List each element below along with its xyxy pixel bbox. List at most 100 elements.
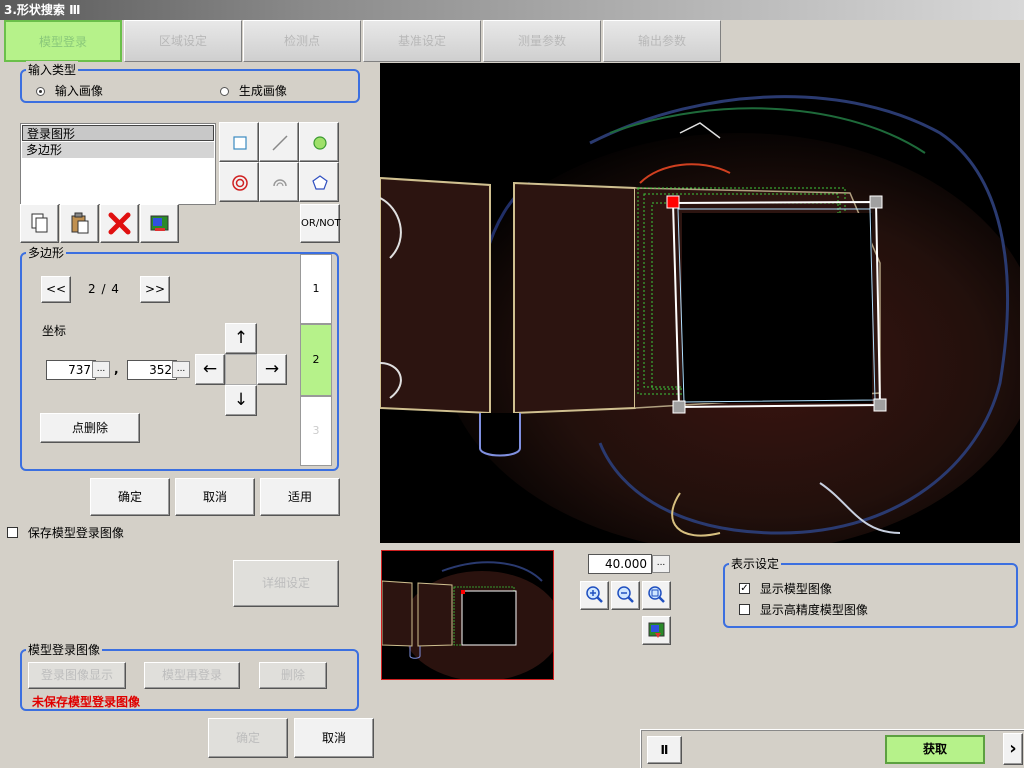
- rectangle-tool-icon: [233, 136, 247, 150]
- delete-icon: [108, 212, 131, 235]
- coord-label: 坐标: [42, 324, 67, 338]
- arrow-up-icon: ↑: [233, 328, 249, 348]
- radio-input-image[interactable]: 输入画像: [36, 82, 103, 99]
- acquire-button[interactable]: 获取: [885, 735, 985, 764]
- show-register-image-button[interactable]: 登录图像显示: [28, 662, 126, 689]
- radio-label: 输入画像: [54, 84, 103, 98]
- bottom-bar: Ⅱ 获取 ›: [640, 729, 1024, 768]
- coord-separator: ,: [114, 362, 119, 376]
- tab-model-register[interactable]: 模型登录: [4, 20, 122, 62]
- ok-button[interactable]: 确定: [90, 478, 170, 516]
- zoom-out-button[interactable]: [611, 581, 640, 610]
- copy-button[interactable]: [20, 204, 59, 243]
- re-register-model-button[interactable]: 模型再登录: [144, 662, 240, 689]
- show-model-image-checkbox[interactable]: ✓ 显示模型图像: [739, 580, 832, 597]
- image-save-button[interactable]: [642, 616, 671, 645]
- footer-cancel-button[interactable]: 取消: [294, 718, 374, 758]
- thumbnail-view[interactable]: [381, 550, 554, 680]
- ring-tool-button[interactable]: [219, 162, 259, 202]
- show-hi-precision-checkbox[interactable]: 显示高精度模型图像: [739, 601, 868, 618]
- main-image-view[interactable]: [380, 63, 1020, 543]
- checkbox-label: 显示模型图像: [759, 582, 832, 596]
- y-coord-field[interactable]: 352: [127, 360, 177, 380]
- y-coord-dots-button[interactable]: ...: [172, 361, 190, 378]
- radio-label: 生成画像: [238, 84, 287, 98]
- zoom-field[interactable]: 40.000: [588, 554, 652, 574]
- next-arrow-button[interactable]: ›: [1003, 733, 1023, 765]
- footer-ok-button[interactable]: 确定: [208, 718, 288, 758]
- x-coord-dots-button[interactable]: ...: [92, 361, 110, 378]
- line-tool-icon: [272, 135, 288, 151]
- arrow-pad-center: [225, 354, 257, 385]
- camera-image: [380, 63, 1020, 543]
- point-item-1[interactable]: 1: [300, 254, 332, 324]
- circle-tool-button[interactable]: [299, 122, 339, 162]
- zoom-in-icon: [586, 586, 603, 603]
- image-icon: [150, 215, 169, 231]
- tab-output-params[interactable]: 输出参数: [603, 20, 721, 62]
- save-model-label: 保存模型登录图像: [27, 526, 124, 540]
- copy-icon: [31, 213, 48, 233]
- circle-tool-icon: [313, 136, 327, 150]
- model-image-legend: 模型登录图像: [26, 641, 103, 658]
- display-settings-group: 表示设定 ✓ 显示模型图像 显示高精度模型图像: [723, 555, 1018, 628]
- delete-model-image-button[interactable]: 删除: [259, 662, 327, 689]
- polygon-group: 多边形 << 2 / 4 >> 坐标 737 ... , 352 ... ↑ ←…: [20, 244, 339, 471]
- radio-indicator: [220, 87, 229, 96]
- radio-indicator: [36, 87, 45, 96]
- image-button[interactable]: [140, 204, 179, 243]
- shape-tools: [219, 122, 340, 204]
- zoom-in-button[interactable]: [580, 581, 609, 610]
- image-save-icon: [648, 622, 665, 638]
- paste-icon: [71, 212, 89, 234]
- move-up-button[interactable]: ↑: [225, 323, 257, 354]
- list-item[interactable]: 登录图形: [22, 125, 214, 141]
- zoom-out-icon: [617, 586, 634, 603]
- detail-setting-button[interactable]: 详细设定: [233, 560, 339, 607]
- shape-list[interactable]: 登录图形 多边形: [20, 123, 216, 205]
- move-left-button[interactable]: ←: [195, 354, 225, 385]
- tab-measurement-params[interactable]: 测量参数: [483, 20, 601, 62]
- tab-region-setting[interactable]: 区域设定: [124, 20, 242, 62]
- tab-detection-point[interactable]: 检测点: [243, 20, 361, 62]
- checkbox-box: [7, 527, 18, 538]
- prev-point-button[interactable]: <<: [41, 276, 71, 303]
- checkbox-box: [739, 604, 750, 615]
- model-image-status: 未保存模型登录图像: [32, 695, 141, 709]
- delete-point-button[interactable]: 点删除: [40, 413, 140, 443]
- radio-generated-image[interactable]: 生成画像: [220, 82, 287, 99]
- arrow-down-icon: ↓: [233, 390, 249, 410]
- point-item-2[interactable]: 2: [300, 324, 332, 396]
- x-coord-field[interactable]: 737: [46, 360, 96, 380]
- list-item[interactable]: 多边形: [22, 142, 214, 158]
- zoom-fit-button[interactable]: [642, 581, 671, 610]
- arc-tool-button[interactable]: [259, 162, 299, 202]
- move-right-button[interactable]: →: [257, 354, 287, 385]
- polygon-legend: 多边形: [26, 244, 67, 261]
- tab-reference-setting[interactable]: 基准设定: [363, 20, 481, 62]
- polygon-tool-icon: [312, 175, 328, 190]
- point-page-indicator: 2 / 4: [88, 282, 120, 296]
- pause-button[interactable]: Ⅱ: [647, 736, 682, 764]
- checkbox-label: 显示高精度模型图像: [759, 603, 868, 617]
- point-item-3[interactable]: 3: [300, 396, 332, 466]
- zoom-dots-button[interactable]: ...: [652, 555, 670, 573]
- save-model-checkbox[interactable]: 保存模型登录图像: [7, 524, 124, 541]
- arrow-left-icon: ←: [202, 359, 218, 379]
- input-type-group: 输入类型 输入画像 生成画像: [20, 61, 360, 103]
- line-tool-button[interactable]: [259, 122, 299, 162]
- thumbnail-image: [382, 561, 553, 679]
- polygon-tool-button[interactable]: [299, 162, 339, 202]
- cancel-button[interactable]: 取消: [175, 478, 255, 516]
- apply-button[interactable]: 适用: [260, 478, 340, 516]
- arrow-right-icon: →: [264, 359, 280, 379]
- or-not-button[interactable]: OR/NOT: [300, 204, 341, 243]
- input-type-legend: 输入类型: [26, 61, 79, 78]
- move-down-button[interactable]: ↓: [225, 385, 257, 416]
- paste-button[interactable]: [60, 204, 99, 243]
- delete-shape-button[interactable]: [100, 204, 139, 243]
- display-settings-legend: 表示设定: [729, 555, 782, 572]
- zoom-fit-icon: [648, 586, 665, 603]
- rectangle-tool-button[interactable]: [219, 122, 259, 162]
- next-point-button[interactable]: >>: [140, 276, 170, 303]
